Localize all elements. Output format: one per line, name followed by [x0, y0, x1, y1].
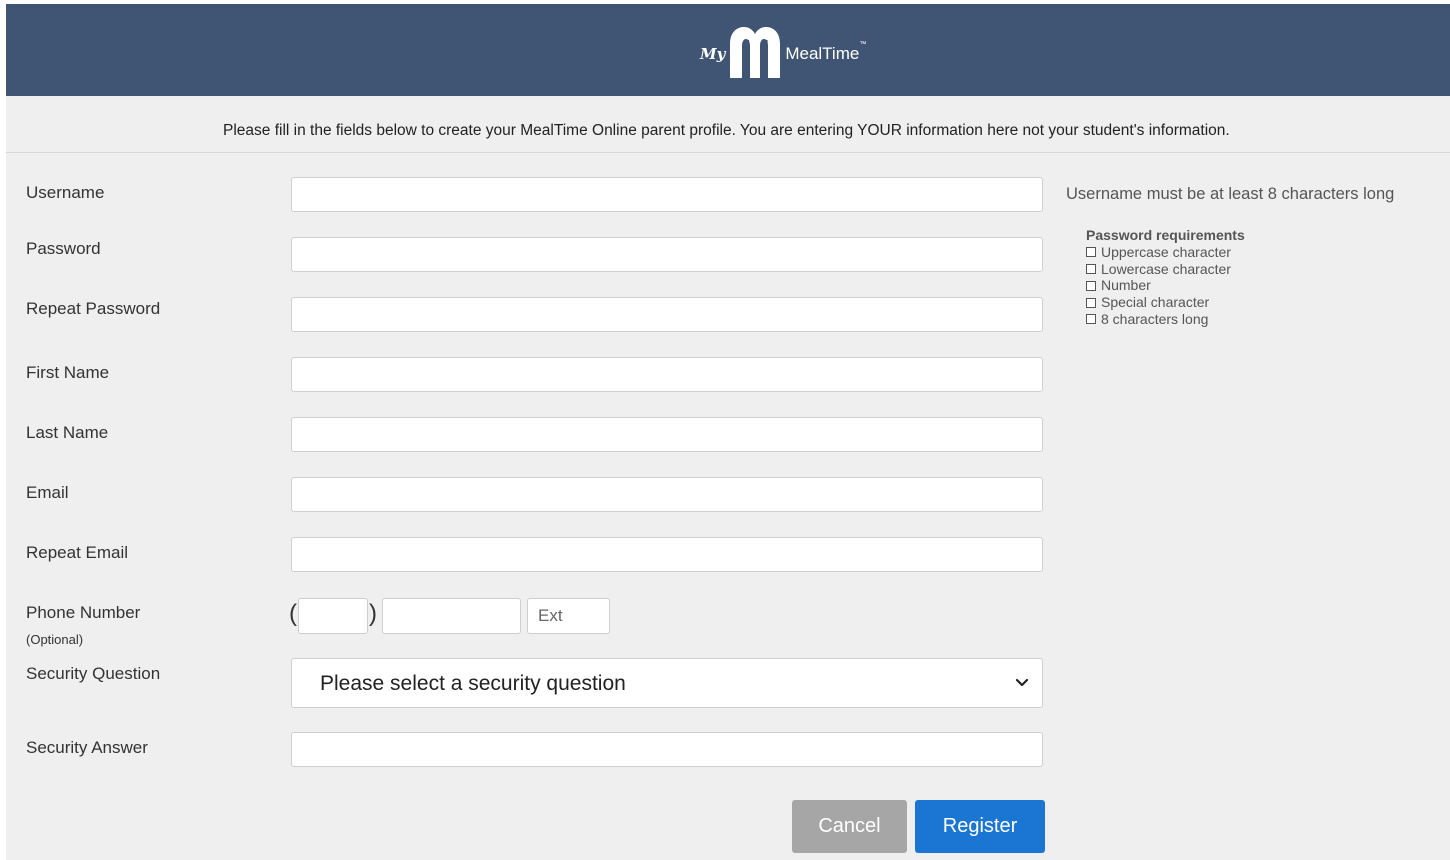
logo-prefix: My	[700, 45, 726, 63]
intro-text: Please fill in the fields below to creat…	[223, 122, 1230, 139]
requirement-item: Lowercase character	[1086, 261, 1245, 278]
phone-close-paren: )	[369, 600, 377, 627]
chevron-down-icon	[1015, 678, 1029, 687]
requirement-item: Special character	[1086, 294, 1245, 311]
last-name-label: Last Name	[26, 423, 109, 442]
requirement-label: Lowercase character	[1101, 260, 1231, 277]
requirement-item: Number	[1086, 277, 1245, 294]
logo-name: MealTime™	[785, 41, 867, 63]
last-name-input[interactable]	[291, 417, 1043, 452]
phone-area-code-input[interactable]	[298, 598, 368, 634]
requirement-label: Special character	[1101, 294, 1210, 311]
email-input[interactable]	[291, 477, 1043, 512]
security-answer-label: Security Answer	[26, 738, 148, 757]
requirement-item: Uppercase character	[1086, 244, 1245, 261]
repeat-email-label: Repeat Email	[26, 543, 129, 562]
username-hint: Username must be at least 8 characters l…	[1066, 185, 1395, 203]
username-label: Username	[26, 183, 105, 202]
phone-ext-input[interactable]	[527, 598, 610, 634]
password-requirements: Password requirements Uppercase characte…	[1086, 227, 1245, 328]
phone-optional-note: (Optional)	[26, 632, 84, 647]
logo-trademark: ™	[859, 41, 867, 48]
first-name-label: First Name	[26, 363, 110, 382]
mealtime-logo-icon	[730, 27, 781, 78]
security-question-selected: Please select a security question	[320, 672, 626, 695]
security-question-select[interactable]: Please select a security question	[291, 658, 1043, 708]
phone-number-label: Phone Number	[26, 603, 141, 622]
password-requirements-title: Password requirements	[1086, 227, 1245, 243]
phone-number-input[interactable]	[382, 598, 521, 634]
checkbox-icon	[1086, 263, 1096, 274]
register-button[interactable]: Register	[915, 800, 1045, 853]
repeat-email-input[interactable]	[291, 537, 1043, 572]
repeat-password-label: Repeat Password	[26, 299, 161, 318]
security-answer-input[interactable]	[291, 732, 1043, 767]
requirement-label: 8 characters long	[1101, 310, 1209, 327]
phone-open-paren: (	[289, 600, 297, 627]
requirement-label: Number	[1101, 277, 1151, 294]
email-label: Email	[26, 483, 69, 502]
intro-section: Please fill in the fields below to creat…	[6, 96, 1450, 153]
password-label: Password	[26, 239, 101, 258]
requirement-label: Uppercase character	[1101, 243, 1231, 260]
password-input[interactable]	[291, 237, 1043, 272]
requirement-item: 8 characters long	[1086, 311, 1245, 328]
mealtime-logo[interactable]: My MealTime™	[700, 24, 866, 80]
security-question-label: Security Question	[26, 664, 161, 683]
checkbox-icon	[1086, 247, 1096, 258]
checkbox-icon	[1086, 314, 1096, 325]
cancel-button[interactable]: Cancel	[792, 800, 907, 853]
header-bar: My MealTime™	[6, 4, 1450, 96]
checkbox-icon	[1086, 280, 1096, 291]
registration-page: My MealTime™ Please fill in the fields b…	[6, 4, 1450, 860]
checkbox-icon	[1086, 297, 1096, 308]
first-name-input[interactable]	[291, 357, 1043, 392]
repeat-password-input[interactable]	[291, 297, 1043, 332]
username-input[interactable]	[291, 177, 1043, 212]
